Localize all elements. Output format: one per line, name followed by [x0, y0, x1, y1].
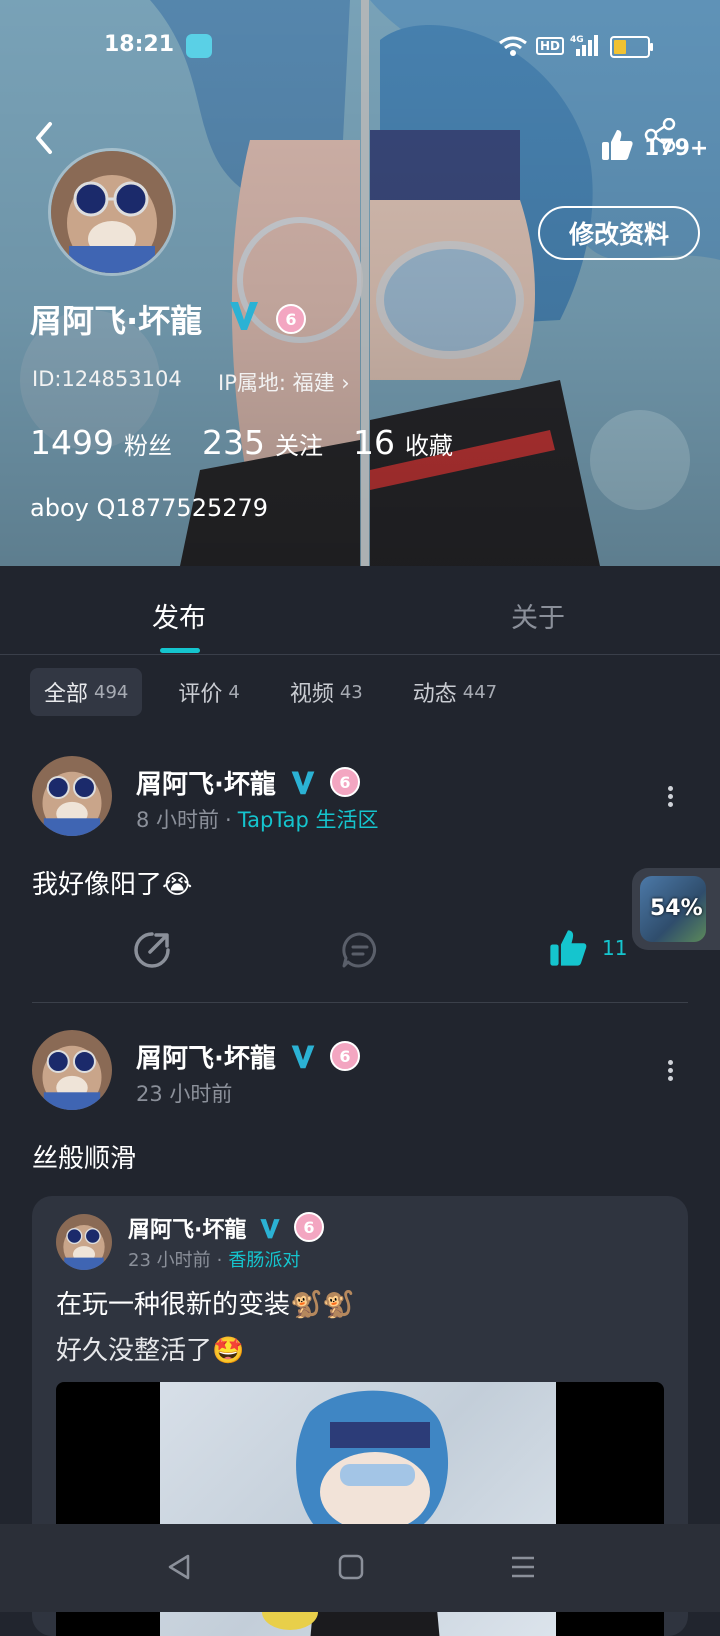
post-actions: 11	[0, 922, 720, 982]
verified-icon	[260, 1219, 280, 1239]
repost-time: 23 小时前	[128, 1250, 211, 1271]
tab-publish[interactable]: 发布	[152, 596, 206, 635]
floating-download-badge[interactable]: 54%	[632, 868, 720, 950]
following-label: 关注	[274, 432, 323, 460]
verified-icon	[291, 1045, 315, 1069]
chevron-right-icon: ›	[341, 371, 350, 395]
more-options-icon[interactable]	[666, 783, 674, 810]
content-filters: 全部 494 评价 4 视频 43 动态 447	[30, 668, 533, 716]
back-arrow-icon[interactable]	[30, 118, 60, 158]
level-badge: 6	[330, 767, 360, 797]
status-bar: 18:21 HD 4G	[0, 30, 720, 64]
post-time: 8 小时前	[136, 808, 220, 832]
profile-tabs: 发布 关于	[0, 566, 720, 655]
profile-name: 屑阿飞·坏龍	[30, 302, 203, 340]
edit-profile-button[interactable]: 修改资料	[538, 206, 700, 260]
nav-home-icon[interactable]	[336, 1552, 366, 1582]
thumbs-up-icon[interactable]	[600, 128, 634, 162]
profile-avatar[interactable]	[48, 148, 176, 276]
status-time: 18:21	[104, 32, 175, 57]
repost-text-line1: 在玩一种很新的变装🐒🐒	[56, 1290, 355, 1320]
repost-meta: 23 小时前 · 香肠派对	[128, 1246, 300, 1272]
filter-count: 447	[462, 681, 498, 703]
post-text: 丝般顺滑	[32, 1144, 137, 1174]
meta-separator: ·	[216, 1250, 223, 1271]
comment-icon[interactable]	[340, 930, 380, 970]
filter-moments[interactable]: 动态 447	[399, 668, 511, 716]
repost-author-name[interactable]: 屑阿飞·坏龍	[128, 1212, 246, 1244]
ip-location-text: IP属地: 福建	[218, 371, 335, 395]
repost-avatar[interactable]	[56, 1214, 112, 1270]
post-meta: 8 小时前 · TapTap 生活区	[136, 804, 379, 834]
app-notification-icon	[186, 34, 212, 58]
filter-count: 43	[339, 681, 363, 703]
share-count: 179+	[644, 136, 709, 161]
post-text: 我好像阳了😭	[32, 870, 193, 900]
image-divider	[361, 0, 369, 566]
level-badge: 6	[330, 1041, 360, 1071]
post-author-name[interactable]: 屑阿飞·坏龍	[136, 764, 276, 801]
post-time: 23 小时前	[136, 1082, 233, 1106]
filter-videos[interactable]: 视频 43	[276, 668, 377, 716]
cat-avatar-image	[51, 151, 173, 273]
cat-avatar-image	[32, 1030, 112, 1110]
post-divider	[32, 1002, 688, 1003]
followers-count[interactable]: 1499	[30, 423, 114, 462]
followers-label: 粉丝	[123, 432, 172, 460]
share-arrow-icon[interactable]	[132, 930, 172, 970]
header-shade	[0, 0, 720, 566]
post-forum-link[interactable]: TapTap 生活区	[238, 808, 379, 832]
filter-label: 动态	[412, 682, 457, 707]
meta-separator: ·	[225, 808, 232, 832]
active-tab-indicator	[160, 648, 200, 653]
ip-location[interactable]: IP属地: 福建 ›	[218, 367, 350, 397]
more-options-icon[interactable]	[666, 1057, 674, 1084]
filter-count: 494	[94, 681, 129, 703]
profile-bio: aboy Q1877525279	[30, 494, 269, 522]
profile-header: 18:21 HD 4G 179+ 修改资料 屑阿飞·坏龍 6 ID:124853…	[0, 0, 720, 566]
level-badge: 6	[276, 304, 306, 334]
nav-menu-icon[interactable]	[508, 1552, 538, 1582]
download-percent: 54%	[650, 896, 703, 921]
like-icon[interactable]	[548, 928, 588, 968]
following-count[interactable]: 235	[202, 423, 265, 462]
user-id: ID:124853104	[32, 367, 182, 391]
post-author-name[interactable]: 屑阿飞·坏龍	[136, 1038, 276, 1075]
post-avatar[interactable]	[32, 1030, 112, 1110]
profile-stats: 1499 粉丝 235 关注 16 收藏	[30, 423, 483, 462]
signal-icon: 4G	[570, 35, 598, 56]
repost-text-line2: 好久没整活了🤩	[56, 1336, 245, 1366]
filter-label: 评价	[178, 682, 223, 707]
filter-all[interactable]: 全部 494	[30, 668, 143, 716]
filter-reviews[interactable]: 评价 4	[164, 668, 253, 716]
tab-about[interactable]: 关于	[511, 596, 565, 635]
svg-text:4G: 4G	[570, 35, 584, 45]
filter-count: 4	[228, 681, 240, 703]
like-count: 11	[602, 936, 628, 960]
cat-avatar-image	[56, 1214, 112, 1270]
level-badge: 6	[294, 1212, 324, 1242]
wifi-icon	[499, 36, 527, 56]
post-avatar[interactable]	[32, 756, 112, 836]
battery-icon	[610, 36, 653, 58]
nav-back-icon[interactable]	[164, 1552, 194, 1582]
favorites-label: 收藏	[404, 432, 453, 460]
hd-indicator: HD	[536, 37, 565, 55]
favorites-count[interactable]: 16	[353, 423, 395, 462]
filter-label: 视频	[289, 682, 334, 707]
system-navigation-bar	[0, 1524, 720, 1612]
post-meta: 23 小时前	[136, 1078, 232, 1108]
filter-label: 全部	[44, 682, 89, 707]
verified-icon	[291, 771, 315, 795]
repost-forum-link[interactable]: 香肠派对	[228, 1250, 300, 1271]
verified-icon	[230, 302, 258, 330]
cat-avatar-image	[32, 756, 112, 836]
